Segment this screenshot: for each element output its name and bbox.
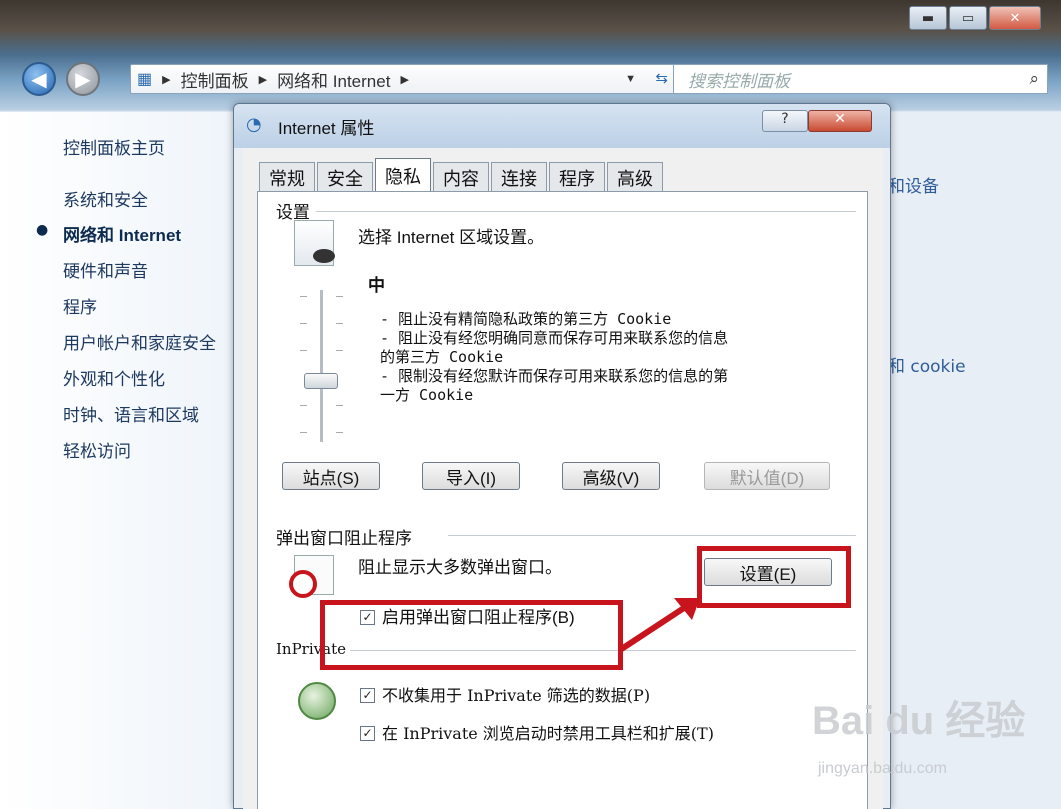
- tab-strip: 常规 安全 隐私 内容 连接 程序 高级: [259, 158, 665, 192]
- maximize-button[interactable]: ▭: [949, 6, 987, 30]
- help-button[interactable]: ?: [762, 110, 808, 132]
- dialog-body: 常规 安全 隐私 内容 连接 程序 高级 设置 选择 Internet 区域设置…: [243, 148, 883, 809]
- default-button[interactable]: 默认值(D): [704, 462, 830, 490]
- active-bullet-icon: ●: [36, 222, 49, 238]
- tab-content[interactable]: 内容: [433, 162, 489, 192]
- breadcrumb-item[interactable]: 控制面板: [181, 67, 249, 92]
- inprivate-toolbar-checkbox[interactable]: ✓: [360, 726, 375, 741]
- nav-item-network-internet[interactable]: 网络和 Internet: [63, 221, 181, 246]
- tab-advanced[interactable]: 高级: [607, 162, 663, 192]
- navigation-bar: ◀ ▶ ▦ ▶ 控制面板 ▶ 网络和 Internet ▶ ▼ ⇆ 搜索控制面板…: [18, 60, 1048, 96]
- level-line: - 阻止没有精简隐私政策的第三方 Cookie: [380, 310, 672, 328]
- privacy-tab-panel: 设置 选择 Internet 区域设置。 中 - 阻止没有精简隐私政策的第三方 …: [257, 191, 868, 809]
- minimize-button[interactable]: ▬: [909, 6, 947, 30]
- slider-tick: [300, 323, 307, 324]
- nav-item-ease-of-access[interactable]: 轻松访问: [63, 437, 131, 462]
- sites-button[interactable]: 站点(S): [282, 462, 380, 490]
- breadcrumb-item[interactable]: 网络和 Internet: [277, 67, 390, 92]
- tab-general[interactable]: 常规: [259, 162, 315, 192]
- slider-tick: [336, 405, 343, 406]
- tab-programs[interactable]: 程序: [549, 162, 605, 192]
- inprivate-toolbar-label: 在 InPrivate 浏览启动时禁用工具栏和扩展(T): [382, 724, 714, 743]
- slider-tick: [300, 405, 307, 406]
- close-button[interactable]: ✕: [989, 6, 1041, 30]
- search-icon[interactable]: ⌕: [1029, 69, 1039, 89]
- privacy-slider-thumb[interactable]: [304, 373, 338, 389]
- nav-item-system-security[interactable]: 系统和安全: [63, 186, 148, 211]
- arrow-annotation-icon: [618, 598, 700, 653]
- dialog-title: Internet 属性: [278, 119, 375, 138]
- content-link-fragment[interactable]: 和设备: [888, 172, 939, 197]
- internet-options-icon: ◔: [246, 114, 262, 135]
- inprivate-lock-icon: [298, 682, 336, 720]
- control-panel-icon: ▦: [137, 71, 153, 88]
- internet-properties-dialog: ◔ Internet 属性 ? ✕ 常规 安全 隐私 内容 连接 程序 高级 设…: [233, 103, 891, 809]
- group-divider: [316, 211, 856, 212]
- slider-tick: [336, 432, 343, 433]
- nav-item-programs[interactable]: 程序: [63, 293, 97, 318]
- tab-privacy[interactable]: 隐私: [375, 158, 431, 192]
- privacy-document-icon: [294, 220, 335, 266]
- popup-group-title: 弹出窗口阻止程序: [276, 524, 416, 549]
- control-panel-home-link[interactable]: 控制面板主页: [63, 134, 165, 159]
- inprivate-collect-checkbox[interactable]: ✓: [360, 688, 375, 703]
- highlight-box-enable-checkbox: [320, 600, 623, 670]
- settings-description: 选择 Internet 区域设置。: [358, 228, 545, 247]
- import-button[interactable]: 导入(I): [422, 462, 520, 490]
- slider-tick: [300, 432, 307, 433]
- level-line: - 阻止没有经您明确同意而保存可用来联系您的信息: [380, 329, 729, 347]
- privacy-slider-track[interactable]: [320, 290, 323, 442]
- breadcrumb-separator-icon: ▶: [258, 73, 268, 86]
- dialog-close-button[interactable]: ✕: [808, 110, 872, 132]
- eye-icon: [313, 249, 335, 263]
- window-controls: ▬ ▭ ✕: [909, 6, 1041, 30]
- search-placeholder: 搜索控制面板: [688, 71, 790, 92]
- slider-tick: [336, 296, 343, 297]
- level-line: 一方 Cookie: [380, 386, 474, 404]
- popup-blocker-icon: [289, 555, 334, 598]
- inprivate-collect-label: 不收集用于 InPrivate 筛选的数据(P): [382, 686, 651, 705]
- slider-tick: [300, 296, 307, 297]
- left-nav-pane: 控制面板主页 系统和安全 ● 网络和 Internet 硬件和声音 程序 用户帐…: [0, 112, 242, 809]
- dialog-titlebar[interactable]: ◔ Internet 属性 ? ✕: [234, 104, 890, 148]
- group-divider: [448, 535, 856, 536]
- highlight-box-settings-button: [697, 546, 851, 608]
- advanced-button[interactable]: 高级(V): [562, 462, 660, 490]
- address-bar[interactable]: ▦ ▶ 控制面板 ▶ 网络和 Internet ▶ ▼ ⇆: [130, 64, 675, 94]
- breadcrumb-separator-icon: ▶: [400, 73, 409, 86]
- search-input[interactable]: 搜索控制面板 ⌕: [673, 64, 1048, 94]
- nav-item-user-accounts[interactable]: 用户帐户和家庭安全: [63, 329, 216, 354]
- slider-tick: [336, 323, 343, 324]
- refresh-icon[interactable]: ⇆: [655, 69, 668, 87]
- tab-connections[interactable]: 连接: [491, 162, 547, 192]
- level-line: - 限制没有经您默许而保存可用来联系您的信息的第: [380, 367, 729, 385]
- watermark-url: jingyan.baidu.com: [818, 760, 947, 777]
- slider-tick: [300, 350, 307, 351]
- nav-item-appearance[interactable]: 外观和个性化: [63, 365, 165, 390]
- baidu-logo: Bai du 经验: [812, 699, 1026, 743]
- chevron-down-icon[interactable]: ▼: [625, 73, 636, 85]
- slider-tick: [336, 350, 343, 351]
- popup-description: 阻止显示大多数弹出窗口。: [358, 558, 562, 577]
- prohibited-icon: [289, 570, 317, 598]
- forward-button[interactable]: ▶: [66, 62, 100, 96]
- nav-item-clock-language[interactable]: 时钟、语言和区域: [63, 401, 199, 426]
- breadcrumb-separator-icon: ▶: [162, 73, 171, 86]
- nav-item-hardware-sound[interactable]: 硬件和声音: [63, 257, 148, 282]
- content-link-fragment[interactable]: 和 cookie: [888, 352, 966, 377]
- privacy-level: 中: [368, 276, 385, 296]
- back-button[interactable]: ◀: [22, 62, 56, 96]
- tab-security[interactable]: 安全: [317, 162, 373, 192]
- level-line: 的第三方 Cookie: [380, 348, 504, 366]
